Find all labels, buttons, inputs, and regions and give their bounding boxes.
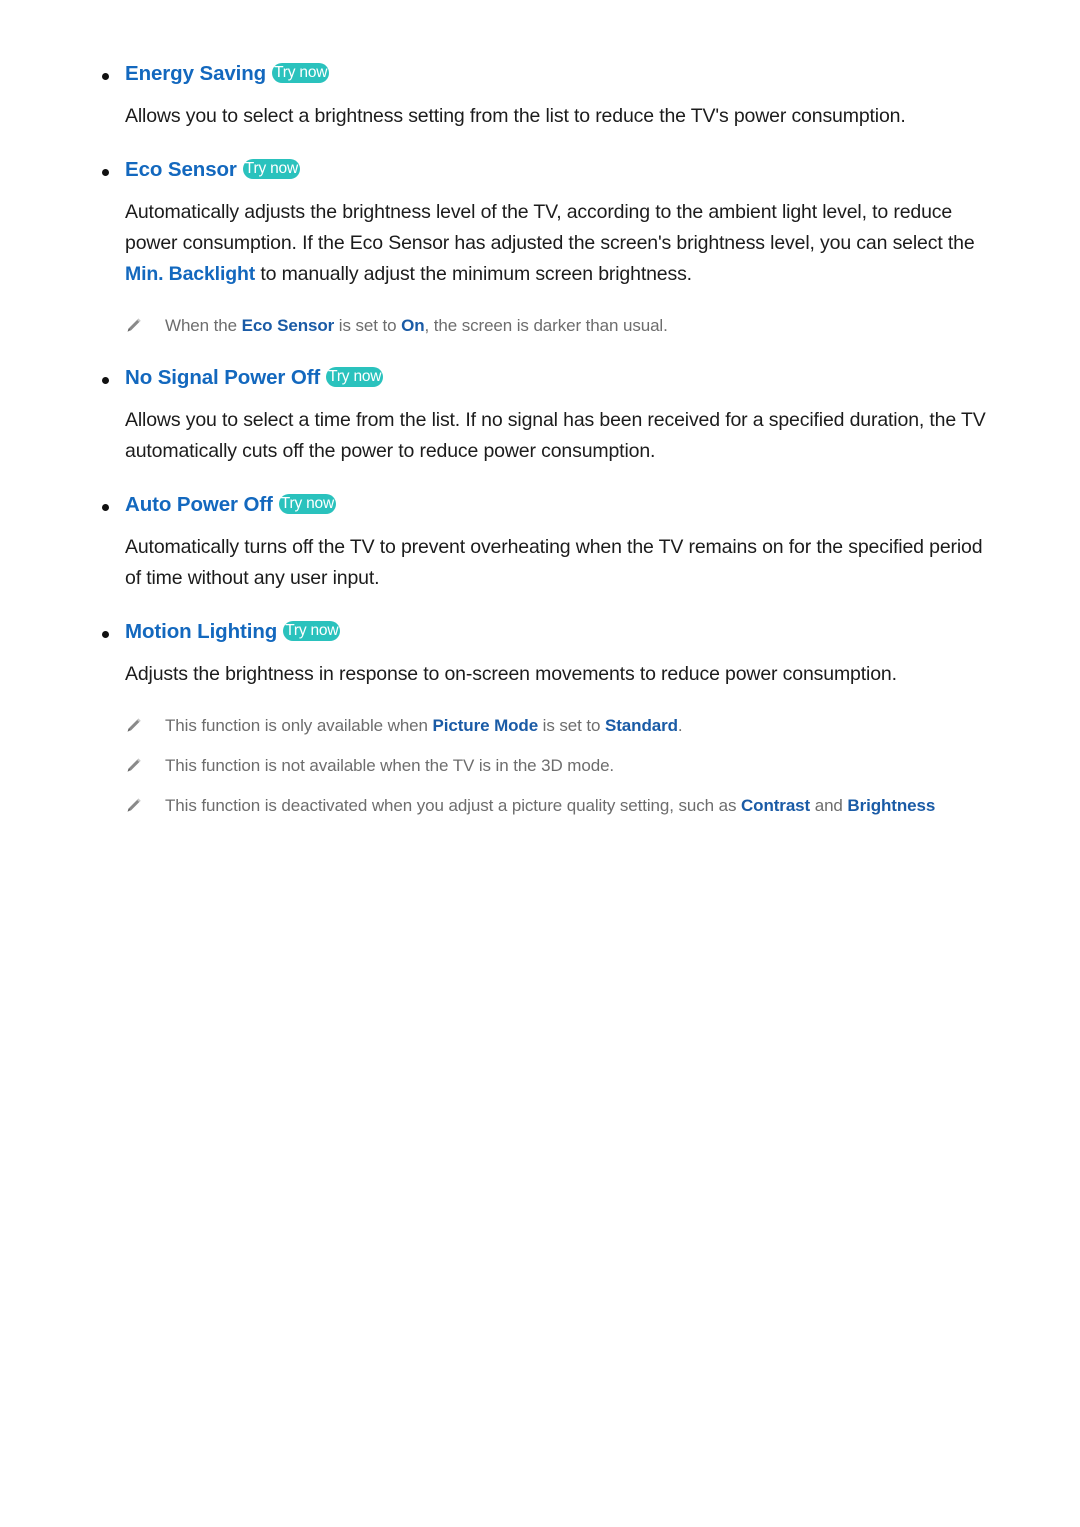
inline-emphasis: Eco Sensor <box>241 316 335 335</box>
document-content: Energy Saving Try now Allows you to select… <box>95 62 995 820</box>
try-now-badge[interactable]: Try now <box>272 63 330 83</box>
pencil-icon <box>123 316 143 336</box>
inline-emphasis: Picture Mode <box>432 716 539 735</box>
inline-text: Automatically adjusts the brightness lev… <box>125 201 975 254</box>
inline-text: Allows you to select a time from the lis… <box>125 409 986 462</box>
feature-description: Automatically adjusts the brightness lev… <box>95 197 995 290</box>
inline-text: is set to <box>334 316 402 335</box>
pencil-icon <box>123 756 143 776</box>
inline-text: to manually adjust the minimum screen br… <box>255 263 692 285</box>
note-line: This function is only available when Pic… <box>95 712 995 740</box>
feature-description: Allows you to select a brightness settin… <box>95 101 995 132</box>
pencil-icon <box>123 716 143 736</box>
feature-heading: Energy Saving Try now <box>95 62 995 86</box>
document-page: Energy Saving Try now Allows you to select… <box>0 0 1080 1527</box>
feature-heading: Auto Power Off Try now <box>95 493 995 517</box>
feature-title[interactable]: Motion Lighting <box>125 620 277 643</box>
inline-emphasis: Brightness <box>847 796 936 815</box>
note-line: This function is not available when the … <box>95 752 995 780</box>
feature-heading: Eco Sensor Try now <box>95 158 995 182</box>
feature-title[interactable]: Auto Power Off <box>125 493 273 516</box>
feature-description: Allows you to select a time from the lis… <box>95 405 995 467</box>
feature-title[interactable]: Eco Sensor <box>125 158 237 181</box>
inline-text: When the <box>165 316 242 335</box>
try-now-badge[interactable]: Try now <box>242 159 300 179</box>
feature-title[interactable]: No Signal Power Off <box>125 366 320 389</box>
bullet-dot-icon <box>102 631 109 638</box>
inline-emphasis: Standard <box>605 716 678 735</box>
bullet-dot-icon <box>102 169 109 176</box>
inline-emphasis: On <box>401 316 425 335</box>
feature-heading: Motion Lighting Try now <box>95 620 995 644</box>
note-line: When the Eco Sensor is set to On, the sc… <box>95 312 995 340</box>
feature-description: Adjusts the brightness in response to on… <box>95 659 995 690</box>
inline-emphasis: Contrast <box>741 796 811 815</box>
feature-description: Automatically turns off the TV to preven… <box>95 532 995 594</box>
inline-text: . <box>677 716 683 735</box>
inline-text: Automatically turns off the TV to preven… <box>125 536 983 589</box>
inline-text: and <box>810 796 848 815</box>
feature-heading: No Signal Power Off Try now <box>95 366 995 390</box>
bullet-dot-icon <box>102 504 109 511</box>
inline-text: , the screen is darker than usual. <box>424 316 668 335</box>
try-now-badge[interactable]: Try now <box>326 367 384 387</box>
inline-text: Allows you to select a brightness settin… <box>125 105 906 127</box>
try-now-badge[interactable]: Try now <box>283 621 341 641</box>
feature-title[interactable]: Energy Saving <box>125 62 266 85</box>
inline-link[interactable]: Min. Backlight <box>125 263 255 285</box>
inline-text: is set to <box>538 716 605 735</box>
inline-text: Adjusts the brightness in response to on… <box>125 663 897 685</box>
pencil-icon <box>123 796 143 816</box>
bullet-dot-icon <box>102 377 109 384</box>
try-now-badge[interactable]: Try now <box>278 494 336 514</box>
inline-text: This function is deactivated when you ad… <box>165 796 741 815</box>
inline-text: This function is only available when <box>165 716 433 735</box>
inline-text: This function is not available when the … <box>165 756 615 775</box>
note-line: This function is deactivated when you ad… <box>95 792 995 820</box>
bullet-dot-icon <box>102 73 109 80</box>
